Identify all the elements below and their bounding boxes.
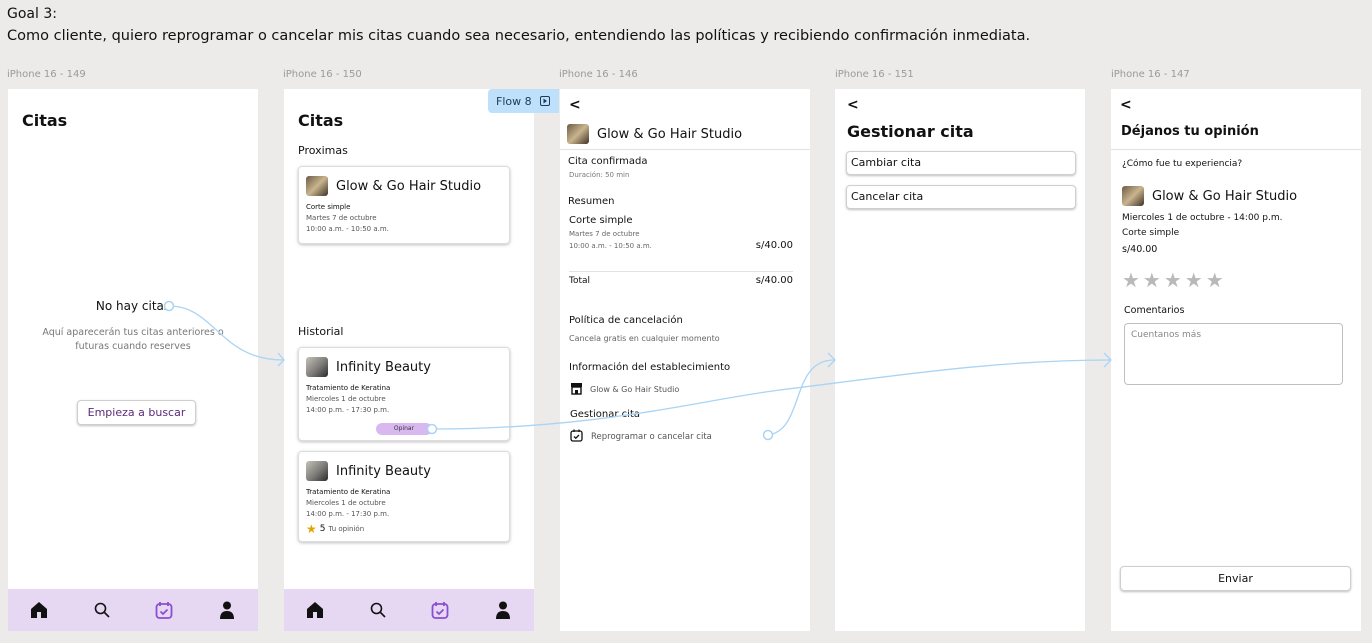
- flow-node: [762, 429, 774, 441]
- flow-node: [426, 423, 438, 435]
- flow-arrow-2: [431, 359, 1111, 430]
- flow-arrow-3: [767, 359, 835, 436]
- flow-arrow-1: [168, 305, 284, 361]
- flow-node: [163, 300, 175, 312]
- flow-arrows: [163, 300, 1112, 441]
